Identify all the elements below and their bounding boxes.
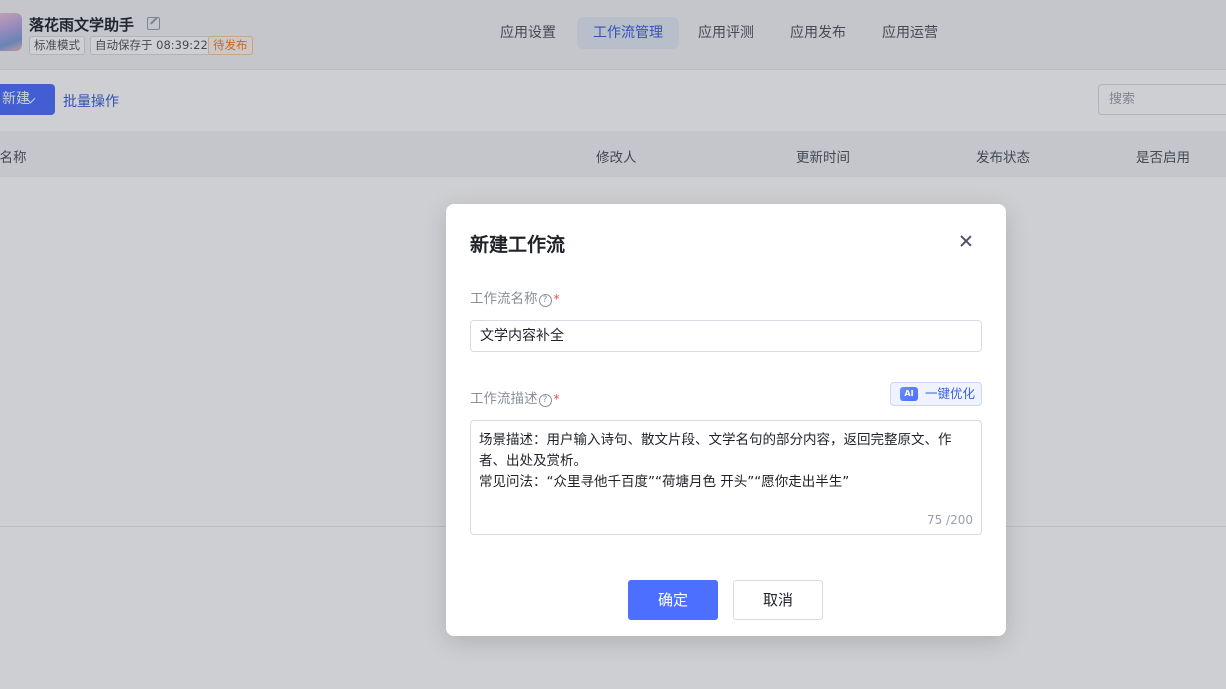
new-workflow-dialog: 新建工作流 工作流名称? * 文学内容补全 工作流描述? * AI 一键优化 场景描… bbox=[446, 204, 1006, 636]
workflow-desc-text: 场景描述：用户输入诗句、散文片段、文学名句的部分内容，返回完整原文、作者、出处及… bbox=[479, 432, 952, 490]
workflow-name-label: 工作流名称? * bbox=[470, 287, 560, 307]
ai-optimize-button[interactable]: AI 一键优化 bbox=[890, 382, 982, 406]
workflow-desc-label-text: 工作流描述 bbox=[470, 391, 538, 407]
required-mark: * bbox=[553, 292, 560, 306]
dialog-title: 新建工作流 bbox=[470, 234, 566, 256]
help-icon[interactable]: ? bbox=[538, 394, 552, 407]
close-icon[interactable] bbox=[958, 233, 974, 249]
workflow-desc-textarea[interactable]: 场景描述：用户输入诗句、散文片段、文学名句的部分内容，返回完整原文、作者、出处及… bbox=[470, 420, 982, 535]
required-mark: * bbox=[553, 392, 560, 406]
confirm-button[interactable]: 确定 bbox=[628, 580, 718, 620]
cancel-button[interactable]: 取消 bbox=[733, 580, 823, 620]
help-icon[interactable]: ? bbox=[538, 294, 552, 307]
char-counter: 75 /200 bbox=[926, 513, 973, 527]
ai-icon: AI bbox=[900, 387, 918, 401]
ai-optimize-label: 一键优化 bbox=[925, 386, 976, 401]
workflow-desc-label: 工作流描述? * bbox=[470, 387, 560, 407]
workflow-name-label-text: 工作流名称 bbox=[470, 291, 538, 307]
workflow-name-input[interactable]: 文学内容补全 bbox=[470, 320, 982, 352]
